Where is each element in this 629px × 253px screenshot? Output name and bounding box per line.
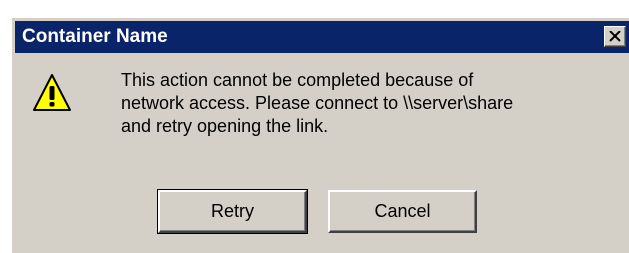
message-line: and retry opening the link. [121, 116, 329, 136]
message-line: network access. Please connect to \\serv… [121, 93, 514, 113]
dialog-window: Container Name This action cannot be com… [10, 16, 629, 253]
retry-button[interactable]: Retry [157, 189, 308, 234]
title-bar[interactable]: Container Name [15, 21, 629, 53]
message-line: This action cannot be completed because … [121, 70, 474, 90]
warning-icon [33, 74, 71, 111]
cancel-button[interactable]: Cancel [328, 190, 477, 233]
close-button[interactable] [604, 26, 626, 47]
message-text: This action cannot be completed because … [121, 69, 621, 138]
dialog-title: Container Name [22, 26, 168, 47]
close-icon [609, 31, 621, 42]
